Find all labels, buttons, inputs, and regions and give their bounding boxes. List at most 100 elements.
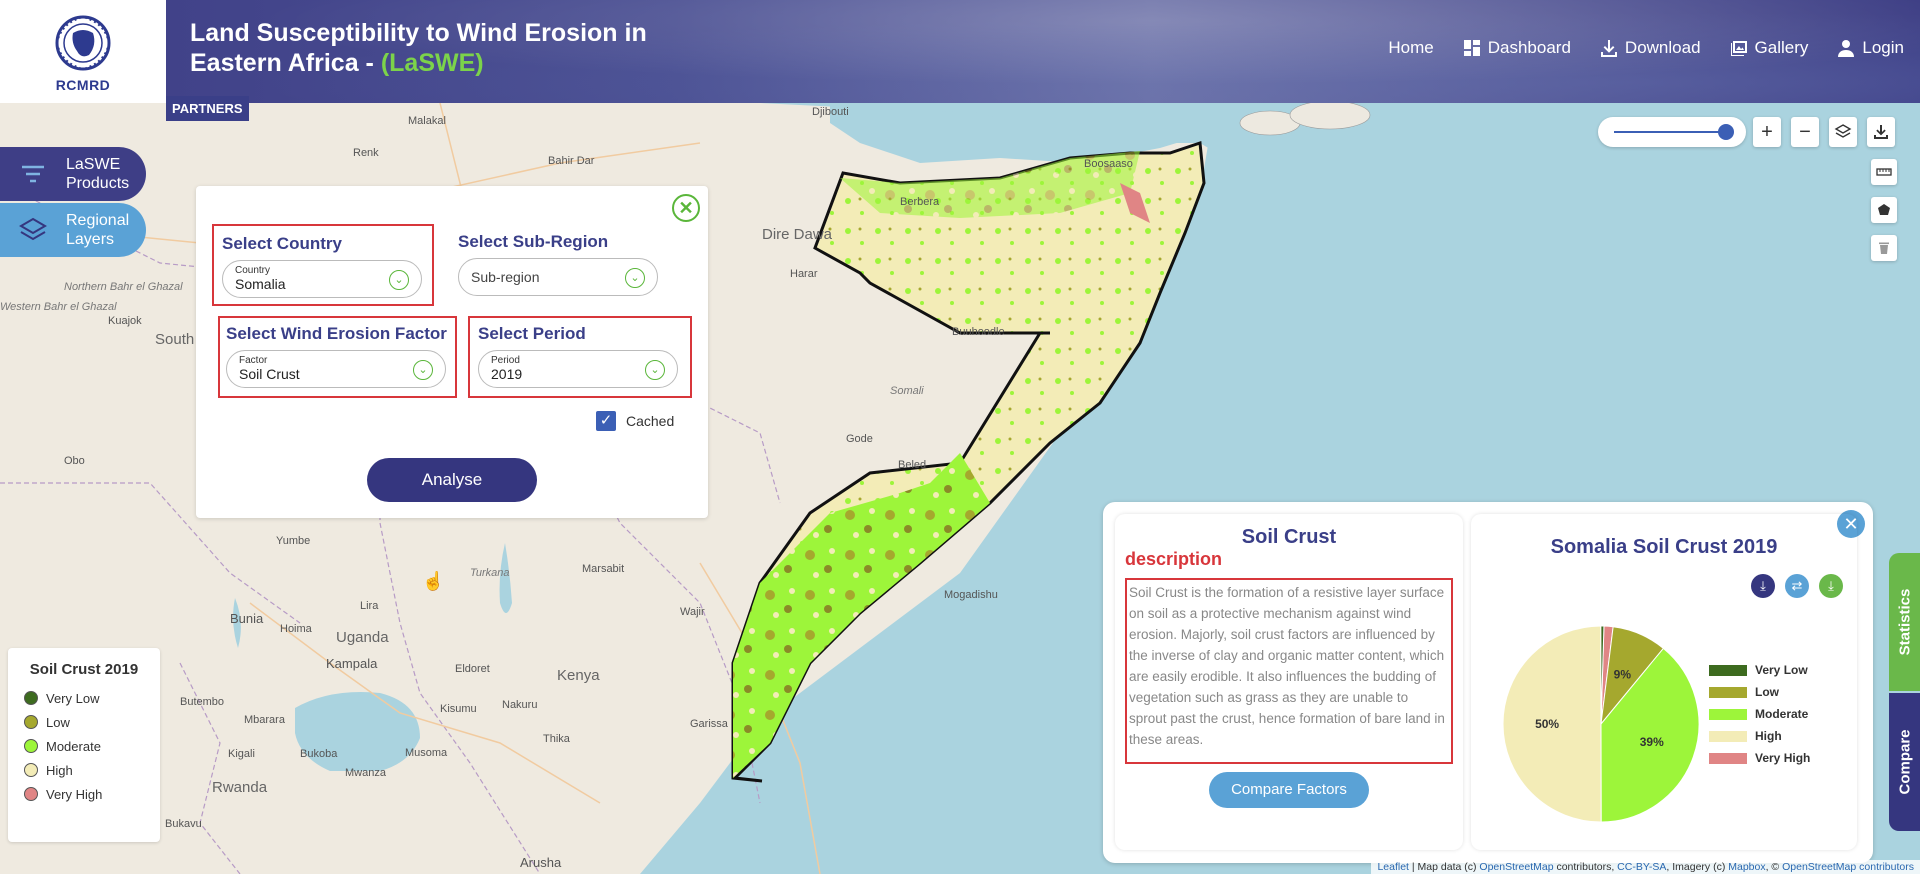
pie-legend: Very Low Low Moderate High Very High bbox=[1709, 659, 1810, 769]
country-select-value: Somalia bbox=[235, 276, 286, 292]
map-label-mwanza: Mwanza bbox=[345, 767, 386, 779]
pie-chart: 9% 39% 50% bbox=[1502, 625, 1700, 823]
close-icon: ✕ bbox=[678, 197, 694, 218]
analysis-panel: ✕ Select Country Country Somalia ⌄ Selec… bbox=[196, 186, 708, 518]
chart-export-button[interactable]: ⤓ bbox=[1819, 574, 1843, 598]
legend-label: High bbox=[46, 762, 73, 778]
zoom-in-button[interactable]: + bbox=[1753, 117, 1781, 147]
pie-legend-item[interactable]: High bbox=[1709, 725, 1810, 747]
dashboard-icon bbox=[1463, 40, 1480, 56]
map-label-western-bahr-el-ghazal: Western Bahr el Ghazal bbox=[0, 301, 117, 313]
partners-button[interactable]: PARTNERS bbox=[166, 96, 249, 121]
map-label-somali: Somali bbox=[890, 385, 924, 397]
map-label-yumbe: Yumbe bbox=[276, 535, 311, 547]
nav-login-label: Login bbox=[1862, 38, 1904, 57]
legend-item: Moderate bbox=[24, 734, 144, 758]
map-label-kenya: Kenya bbox=[557, 667, 600, 684]
subregion-select-group: Select Sub-Region Sub-region ⌄ bbox=[458, 232, 658, 296]
map-label-turkana: Turkana bbox=[470, 567, 510, 579]
attribution-mapbox-link[interactable]: Mapbox bbox=[1728, 861, 1765, 873]
map-label-wajir: Wajir bbox=[680, 606, 705, 618]
trash-icon bbox=[1879, 242, 1889, 254]
subregion-select[interactable]: Sub-region ⌄ bbox=[458, 258, 658, 296]
map-label-garissa: Garissa bbox=[690, 718, 728, 730]
rcmrd-logo[interactable]: RCMRD bbox=[0, 0, 166, 103]
map-label-nakuru: Nakuru bbox=[502, 699, 538, 711]
map-label-renk: Renk bbox=[353, 147, 379, 159]
map-label-bukoba: Bukoba bbox=[300, 748, 338, 760]
map-label-boosaaso: Boosaaso bbox=[1084, 158, 1133, 170]
tab-compare-label: Compare bbox=[1896, 729, 1913, 795]
regional-layers-button[interactable]: Regional Layers bbox=[0, 203, 146, 257]
laswe-products-label: LaSWE Products bbox=[66, 156, 130, 192]
panel-close-button[interactable]: ✕ bbox=[672, 194, 700, 222]
delete-drawing-button[interactable] bbox=[1871, 235, 1897, 261]
attribution-text-2: contributors, bbox=[1553, 861, 1618, 873]
layer-opacity-slider[interactable] bbox=[1598, 117, 1746, 147]
nav-home[interactable]: Home bbox=[1388, 38, 1433, 58]
nav-login[interactable]: Login bbox=[1836, 38, 1904, 58]
pie-legend-swatch bbox=[1709, 686, 1747, 698]
measure-tool-button[interactable] bbox=[1871, 159, 1897, 185]
country-select-title: Select Country bbox=[222, 234, 342, 253]
zoom-out-button[interactable]: − bbox=[1791, 117, 1819, 147]
pie-legend-item[interactable]: Very High bbox=[1709, 747, 1810, 769]
map-label-beled: Beled bbox=[898, 459, 927, 471]
attribution-osm-contributors-link[interactable]: OpenStreetMap contributors bbox=[1782, 861, 1914, 873]
cached-checkbox[interactable]: ✓ bbox=[596, 411, 616, 431]
attribution-osm-link[interactable]: OpenStreetMap bbox=[1479, 861, 1553, 873]
cached-label: Cached bbox=[626, 413, 675, 429]
legend-label: Moderate bbox=[46, 738, 101, 754]
attribution-license-link[interactable]: CC-BY-SA bbox=[1617, 861, 1666, 873]
legend-swatch bbox=[24, 763, 38, 777]
tab-compare[interactable]: Compare bbox=[1889, 693, 1920, 831]
statistics-panel: ✕ Soil Crust description Soil Crust is t… bbox=[1103, 502, 1873, 863]
cached-toggle[interactable]: ✓ Cached bbox=[596, 411, 674, 431]
map-label-bunia: Bunia bbox=[230, 611, 264, 626]
period-select[interactable]: Period 2019 ⌄ bbox=[478, 350, 678, 388]
pie-legend-swatch bbox=[1709, 664, 1747, 676]
country-select[interactable]: Country Somalia ⌄ bbox=[222, 260, 422, 298]
chart-download-button[interactable]: ⤓ bbox=[1751, 574, 1775, 598]
analyse-button[interactable]: Analyse bbox=[367, 458, 537, 502]
nav-download[interactable]: Download bbox=[1599, 38, 1701, 58]
slider-knob[interactable] bbox=[1718, 124, 1734, 140]
user-icon bbox=[1838, 40, 1855, 57]
laswe-products-button[interactable]: LaSWE Products bbox=[0, 147, 146, 201]
pie-legend-label: Very High bbox=[1755, 751, 1811, 765]
draw-polygon-button[interactable] bbox=[1871, 197, 1897, 223]
download-icon: ⤓ bbox=[1760, 578, 1766, 593]
attribution-text-3: , Imagery (c) bbox=[1666, 861, 1729, 873]
map-label-eldoret: Eldoret bbox=[455, 663, 490, 675]
legend-item: Low bbox=[24, 710, 144, 734]
map-label-kampala: Kampala bbox=[326, 656, 378, 671]
tab-statistics[interactable]: Statistics bbox=[1889, 553, 1920, 691]
map-label-kuajok: Kuajok bbox=[108, 315, 142, 327]
legend-swatch bbox=[24, 739, 38, 753]
map-download-button[interactable] bbox=[1867, 117, 1895, 147]
nav-gallery[interactable]: Gallery bbox=[1729, 38, 1808, 58]
map-label-bukavu: Bukavu bbox=[165, 818, 202, 830]
pie-legend-item[interactable]: Low bbox=[1709, 681, 1810, 703]
legend-title: Soil Crust 2019 bbox=[29, 661, 139, 678]
map-view[interactable]: Djibouti Berbera Boosaaso Dire Dawa Hara… bbox=[0, 103, 1920, 874]
factor-select[interactable]: Factor Soil Crust ⌄ bbox=[226, 350, 446, 388]
nav-dashboard[interactable]: Dashboard bbox=[1462, 38, 1571, 58]
pie-legend-label: Moderate bbox=[1755, 707, 1809, 721]
layer-switcher-button[interactable] bbox=[1829, 117, 1857, 147]
map-label-rwanda: Rwanda bbox=[212, 779, 268, 796]
pie-slice-label: 9% bbox=[1614, 668, 1632, 682]
chart-swap-button[interactable]: ⇄ bbox=[1785, 574, 1809, 598]
pie-legend-item[interactable]: Moderate bbox=[1709, 703, 1810, 725]
description-title: Soil Crust bbox=[1241, 526, 1337, 548]
period-select-value: 2019 bbox=[491, 366, 523, 382]
pie-legend-label: Low bbox=[1755, 685, 1779, 699]
pie-legend-swatch bbox=[1709, 708, 1747, 720]
map-label-kigali: Kigali bbox=[228, 748, 255, 760]
compare-factors-button[interactable]: Compare Factors bbox=[1209, 772, 1369, 808]
map-label-lira: Lira bbox=[360, 600, 379, 612]
layers-icon bbox=[19, 217, 47, 241]
attribution-leaflet-link[interactable]: Leaflet bbox=[1377, 861, 1409, 873]
pie-legend-item[interactable]: Very Low bbox=[1709, 659, 1810, 681]
factor-select-title: Select Wind Erosion Factor bbox=[226, 324, 447, 343]
